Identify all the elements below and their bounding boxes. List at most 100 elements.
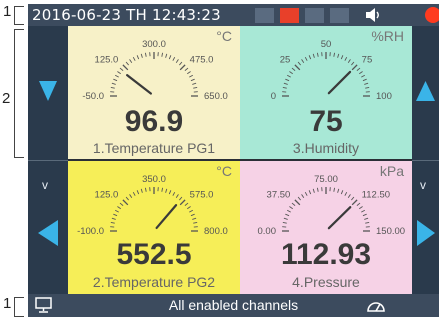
- gauge-scale-label: 300.0: [142, 39, 166, 50]
- left-nav-divider: [28, 160, 68, 161]
- gauge-tick: [179, 61, 183, 66]
- gauge-scale-label: 575.0: [190, 189, 214, 200]
- gauge-tick: [289, 71, 293, 75]
- gauge-tick: [125, 196, 129, 201]
- gauge-tick: [365, 221, 370, 224]
- down-arrow-icon[interactable]: [39, 81, 57, 101]
- gauge-tick: [168, 190, 172, 195]
- status-bar: 2016-06-23 TH 12:43:23: [28, 4, 439, 26]
- gauge-scale-label: 125.0: [95, 54, 119, 65]
- gauge-tick: [282, 221, 287, 224]
- gauge-tick: [144, 52, 147, 57]
- gauge-tick: [129, 59, 133, 63]
- gauge-tick: [301, 59, 305, 63]
- gauge-scale-label: -100.0: [77, 226, 104, 237]
- gauge-tick: [301, 194, 305, 198]
- gauge-tick: [132, 56, 136, 61]
- gauge-tick: [308, 190, 312, 195]
- gauge-tick: [340, 55, 344, 60]
- unit-label: %RH: [371, 28, 404, 44]
- gauge-scale-label: 0.00: [258, 226, 277, 237]
- gauge-tick: [291, 67, 296, 71]
- channel-name: 3.Humidity: [292, 140, 360, 156]
- channel-panel-humidity[interactable]: 0 25 50 75 100 %RH 75 3.Humidity: [240, 26, 412, 159]
- gauge-tick: [316, 52, 319, 57]
- gauge-tick: [140, 188, 143, 193]
- speaker-icon[interactable]: [364, 7, 382, 23]
- gauge-scale-label: 75: [362, 54, 373, 65]
- reading-value: 75: [309, 105, 343, 138]
- gauge-scale-label: 100: [376, 91, 392, 102]
- gauge-needle: [327, 206, 352, 230]
- gauge-tick: [344, 56, 348, 61]
- gauge-scale-label: 125.0: [95, 189, 119, 200]
- gauge-scale-label: 0: [271, 91, 276, 102]
- gauge-tick: [365, 86, 370, 89]
- right-arrow-icon[interactable]: [417, 220, 435, 246]
- gauge-scale-label: 50: [321, 39, 332, 50]
- gauge-tick: [136, 55, 140, 60]
- gauge-scale-label: 112.50: [362, 189, 390, 200]
- channel-panel-temperature-pg2[interactable]: -100.0 125.0 350.0 575.0 800.0 °C 552.5 2.Te…: [68, 161, 240, 294]
- gauge-tick: [364, 217, 369, 220]
- gauge-tick: [362, 78, 367, 82]
- gauge-tick: [132, 191, 136, 196]
- gauge-tick: [117, 206, 121, 210]
- gauge-tick: [111, 82, 116, 85]
- gauge-tick: [312, 53, 315, 58]
- gauge-tick: [333, 187, 336, 192]
- callout-number-1-top: 1: [3, 3, 12, 20]
- gauge-tick: [179, 199, 186, 206]
- gauge-tick: [122, 199, 129, 206]
- gauge-tick: [189, 209, 194, 213]
- gauge-tick: [356, 67, 361, 71]
- left-nav: v: [28, 26, 68, 294]
- gauge-tick: [359, 206, 363, 210]
- datetime-display: 2016-06-23 TH 12:43:23: [32, 6, 221, 24]
- callout-bracket-bottom-bar: [14, 297, 24, 317]
- gauge-tick: [110, 86, 115, 89]
- gauge-tick: [179, 64, 186, 71]
- gauge-tick: [129, 194, 133, 198]
- gauge-tick: [125, 61, 129, 66]
- gauge-tick: [190, 78, 195, 82]
- gauge-needle: [155, 204, 178, 230]
- gauge-tick: [140, 53, 143, 58]
- left-arrow-icon[interactable]: [38, 220, 58, 246]
- gauge-tick: [189, 74, 194, 78]
- gauge-tick: [282, 86, 287, 89]
- gauge-icon[interactable]: [366, 297, 386, 313]
- gauge-tick: [337, 188, 340, 193]
- status-indicator-3: [305, 8, 324, 23]
- gauge-tick: [192, 217, 197, 220]
- status-indicator-2: [280, 8, 299, 23]
- unit-label: °C: [216, 28, 232, 44]
- gauge-tick: [297, 61, 301, 66]
- left-nav-marker: v: [42, 178, 48, 192]
- gauge-tick: [184, 67, 189, 71]
- gauge-tick: [114, 209, 119, 213]
- gauge-tick: [117, 71, 121, 75]
- gauge-tick: [113, 78, 118, 82]
- callout-number-2: 2: [2, 90, 11, 107]
- channel-panel-temperature-pg1[interactable]: -50.0 125.0 300.0 475.0 650.0 °C 96.9 1.Temp…: [68, 26, 240, 159]
- channel-name: 1.Temperature PG1: [92, 140, 216, 156]
- gauge-tick: [136, 190, 140, 195]
- up-arrow-icon[interactable]: [416, 81, 435, 101]
- gauge-tick: [359, 71, 363, 75]
- gauge-tick: [283, 217, 288, 220]
- gauge-tick: [312, 188, 315, 193]
- gauge-scale-label: 475.0: [190, 54, 214, 65]
- gauge-tick: [111, 217, 116, 220]
- gauge-tick: [308, 55, 312, 60]
- channel-panel-pressure[interactable]: 0.00 37.50 75.00 112.50 150.00 kPa 112.93 4.…: [240, 161, 412, 294]
- gauge-tick: [364, 82, 369, 85]
- gauge-scale-label: 75.00: [314, 174, 338, 185]
- gauge-tick: [362, 213, 367, 217]
- gauge-tick: [304, 56, 308, 61]
- gauge-tick: [193, 86, 198, 89]
- channel-name: 2.Temperature PG2: [92, 274, 216, 290]
- gauge-tick: [344, 191, 348, 196]
- gauge-tick: [304, 191, 308, 196]
- gauge-tick: [172, 191, 176, 196]
